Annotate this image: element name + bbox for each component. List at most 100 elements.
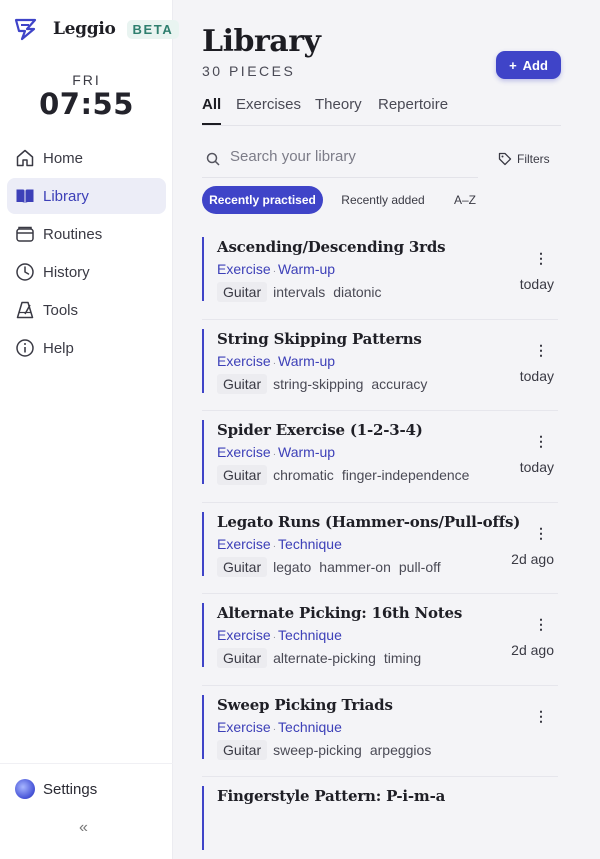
- piece-count: 30 PIECES: [202, 63, 296, 79]
- tab-all[interactable]: All: [202, 96, 222, 125]
- sidebar-item-history[interactable]: History: [7, 254, 166, 290]
- last-practised: today: [519, 459, 554, 475]
- more-icon[interactable]: ⋮: [534, 433, 548, 450]
- last-practised: today: [519, 276, 554, 292]
- sort-recently-practised[interactable]: Recently practised: [202, 186, 323, 214]
- item-type: Exercise: [217, 261, 271, 277]
- item-tags: Guitar intervals diatonic: [217, 282, 390, 302]
- item-title: Sweep Picking Triads: [217, 695, 393, 714]
- metronome-icon: [16, 301, 34, 319]
- last-practised: 2d ago: [511, 642, 554, 658]
- item-meta: Exercise · Technique: [217, 718, 342, 735]
- sort-recently-added[interactable]: Recently added: [333, 186, 433, 214]
- list-item[interactable]: String Skipping Patterns Exercise · Warm-u…: [202, 320, 558, 411]
- add-button[interactable]: + Add: [496, 51, 561, 79]
- item-meta: Exercise · Warm-up: [217, 352, 336, 369]
- item-category: Technique: [278, 627, 342, 643]
- item-type: Exercise: [217, 627, 271, 643]
- tag-icon: [498, 152, 512, 166]
- more-icon[interactable]: ⋮: [534, 342, 548, 359]
- home-icon: [16, 149, 34, 167]
- sidebar-item-routines[interactable]: Routines: [7, 216, 166, 252]
- tag: hammer-on: [319, 558, 391, 575]
- item-accent-bar: [202, 694, 204, 759]
- tag: timing: [383, 650, 422, 666]
- item-type: Exercise: [217, 444, 271, 460]
- tag: chromatic: [273, 467, 334, 483]
- tag: diatonic: [333, 284, 382, 300]
- page-title: Library: [202, 24, 321, 59]
- filters-label: Filters: [517, 152, 550, 166]
- tab-exercises[interactable]: Exercises: [236, 96, 301, 125]
- item-accent-bar: [202, 511, 204, 576]
- avatar: [15, 779, 35, 799]
- collapse-sidebar-icon[interactable]: «: [79, 819, 88, 837]
- sidebar-item-label: Library: [43, 187, 89, 205]
- search-icon: [206, 152, 220, 166]
- sidebar-item-tools[interactable]: Tools: [7, 292, 166, 328]
- plus-icon: +: [509, 57, 517, 73]
- last-practised: 2d ago: [511, 550, 554, 567]
- item-category: Warm-up: [278, 261, 336, 277]
- item-title: Ascending/Descending 3rds: [217, 238, 446, 256]
- tab-theory[interactable]: Theory: [315, 96, 362, 125]
- tag: arpeggios: [369, 741, 432, 758]
- filters-button[interactable]: Filters: [498, 152, 550, 166]
- list-item[interactable]: Spider Exercise (1-2-3-4) Exercise · Warm-…: [202, 411, 558, 503]
- instrument-tag: Guitar: [217, 556, 268, 577]
- settings-label: Settings: [43, 780, 98, 798]
- more-icon[interactable]: ⋮: [534, 525, 548, 542]
- item-accent-bar: [202, 786, 204, 850]
- folder-icon: [16, 226, 34, 242]
- sidebar-item-help[interactable]: Help: [7, 330, 166, 366]
- item-type: Exercise: [217, 535, 271, 552]
- clock-time: 07:55: [39, 87, 134, 121]
- sidebar-item-label: History: [43, 263, 90, 281]
- sidebar-item-library[interactable]: Library: [7, 178, 166, 214]
- app-name: Leggio: [53, 19, 116, 39]
- instrument-tag: Guitar: [217, 282, 268, 302]
- list-item[interactable]: Alternate Picking: 16th Notes Exercise · T…: [202, 594, 558, 686]
- search-bar: [202, 144, 478, 178]
- item-title: String Skipping Patterns: [217, 329, 422, 348]
- tab-repertoire[interactable]: Repertoire: [378, 96, 448, 125]
- list-item[interactable]: Ascending/Descending 3rds Exercise · Warm-…: [202, 228, 558, 320]
- more-icon[interactable]: ⋮: [534, 708, 548, 725]
- more-icon[interactable]: ⋮: [534, 250, 548, 267]
- settings-button[interactable]: Settings: [15, 779, 97, 799]
- list-item[interactable]: Legato Runs (Hammer-ons/Pull-offs) Exerc…: [202, 503, 558, 594]
- item-type: Exercise: [217, 352, 271, 369]
- beta-badge: BETA: [126, 19, 180, 39]
- list-item[interactable]: Fingerstyle Pattern: P-i-m-a: [202, 777, 558, 859]
- item-meta: Exercise · Warm-up: [217, 444, 336, 460]
- sort-a-z[interactable]: A–Z: [442, 186, 488, 214]
- list-item[interactable]: Sweep Picking Triads Exercise · Technique …: [202, 686, 558, 777]
- library-main: Library 30 PIECES + Add All Exercises Th…: [173, 0, 600, 859]
- tag: accuracy: [371, 375, 428, 392]
- tag: pull-off: [398, 558, 441, 575]
- book-icon: [16, 189, 34, 203]
- item-category: Technique: [278, 535, 342, 552]
- search-input[interactable]: [230, 148, 470, 165]
- last-practised: today: [519, 367, 554, 384]
- library-list: Ascending/Descending 3rds Exercise · Warm-…: [202, 228, 558, 859]
- item-meta: Exercise · Technique: [217, 627, 342, 643]
- tag: sweep-picking: [273, 741, 362, 758]
- sidebar-nav: Home Library Routines History Tools Help: [7, 140, 166, 368]
- item-accent-bar: [202, 420, 204, 484]
- item-title: Legato Runs (Hammer-ons/Pull-offs): [217, 512, 521, 531]
- item-tags: Guitar legato hammer-on pull-off: [217, 556, 449, 577]
- item-type: Exercise: [217, 718, 271, 735]
- more-icon[interactable]: ⋮: [534, 616, 548, 633]
- instrument-tag: Guitar: [217, 373, 268, 394]
- item-title: Fingerstyle Pattern: P-i-m-a: [217, 787, 446, 805]
- tag: alternate-picking: [273, 650, 376, 666]
- item-accent-bar: [202, 237, 204, 301]
- sidebar-item-label: Routines: [43, 225, 103, 243]
- tag: string-skipping: [273, 375, 364, 392]
- item-title: Alternate Picking: 16th Notes: [217, 604, 463, 622]
- brand[interactable]: Leggio BETA: [13, 16, 180, 42]
- instrument-tag: Guitar: [217, 465, 268, 485]
- sidebar-item-home[interactable]: Home: [7, 140, 166, 176]
- item-category: Warm-up: [278, 352, 336, 369]
